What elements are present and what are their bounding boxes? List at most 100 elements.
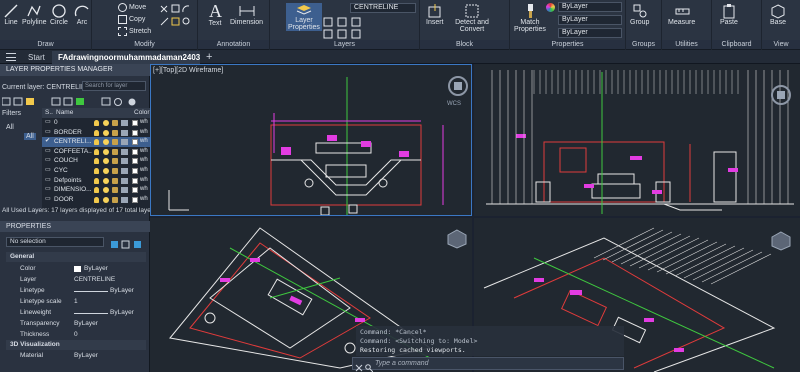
- lightbulb-icon[interactable]: [94, 167, 99, 174]
- property-row[interactable]: Transparency ByLayer: [8, 319, 146, 329]
- color-swatch[interactable]: [132, 148, 138, 155]
- col-color[interactable]: Color: [134, 108, 150, 118]
- layer-search-input[interactable]: Search for layer: [82, 81, 146, 91]
- color-wheel-icon[interactable]: [546, 3, 555, 12]
- linetype-dropdown[interactable]: ByLayer: [558, 28, 622, 38]
- arc-tool[interactable]: Arc: [74, 3, 90, 26]
- layer-row[interactable]: ▭ CYC wh: [42, 166, 150, 176]
- selection-dropdown[interactable]: No selection: [6, 237, 104, 247]
- printer-icon[interactable]: [121, 177, 128, 184]
- freeze-sun-icon[interactable]: [103, 196, 109, 203]
- freeze-sun-icon[interactable]: [103, 187, 109, 194]
- layer-row[interactable]: ▭ COUCH wh: [42, 156, 150, 166]
- color-swatch[interactable]: [132, 167, 138, 174]
- printer-icon[interactable]: [121, 196, 128, 203]
- dimension-tool[interactable]: Dimension: [230, 3, 263, 26]
- printer-icon[interactable]: [121, 139, 128, 146]
- lightbulb-icon[interactable]: [94, 187, 99, 194]
- property-row[interactable]: Layer CENTRELINE: [8, 275, 146, 285]
- lock-icon[interactable]: [112, 120, 118, 126]
- printer-icon[interactable]: [121, 129, 128, 136]
- lock-icon[interactable]: [112, 158, 118, 165]
- lock-icon[interactable]: [112, 129, 118, 136]
- property-row[interactable]: Linetype ByLayer: [8, 286, 146, 296]
- detect-convert-tool[interactable]: Detect and Convert: [452, 3, 492, 33]
- group-tool[interactable]: Group: [630, 3, 649, 26]
- paste-tool[interactable]: Paste: [720, 3, 738, 26]
- layer-row[interactable]: ▭ BORDER wh: [42, 128, 150, 138]
- copy-tool[interactable]: Copy: [118, 15, 145, 24]
- draw-panel-title[interactable]: Draw: [0, 40, 91, 49]
- stretch-tool[interactable]: Stretch: [118, 27, 151, 36]
- measure-tool[interactable]: Measure: [668, 3, 695, 26]
- freeze-sun-icon[interactable]: [103, 139, 109, 146]
- properties-panel-title[interactable]: Properties: [510, 40, 625, 49]
- lightbulb-icon[interactable]: [94, 196, 99, 203]
- close-command-icon[interactable]: [355, 359, 363, 372]
- viewport-top-2d[interactable]: [+][Top][2D Wireframe] WCS: [150, 64, 472, 216]
- property-row-material[interactable]: Material ByLayer: [8, 351, 146, 361]
- lineweight-dropdown[interactable]: ByLayer: [558, 15, 622, 25]
- lightbulb-icon[interactable]: [94, 148, 99, 155]
- navigation-cube-2[interactable]: [770, 84, 792, 106]
- printer-icon[interactable]: [121, 120, 128, 126]
- color-swatch[interactable]: [132, 139, 138, 146]
- 3d-visualization-section[interactable]: 3D Visualization: [6, 340, 146, 350]
- property-row[interactable]: Color ByLayer: [8, 264, 146, 274]
- view-panel-title[interactable]: View: [762, 40, 800, 49]
- tree-item-used[interactable]: All: [24, 133, 36, 140]
- lock-icon[interactable]: [112, 148, 118, 155]
- freeze-sun-icon[interactable]: [103, 177, 109, 184]
- freeze-sun-icon[interactable]: [103, 129, 109, 136]
- layer-row[interactable]: ▭ DOOR wh: [42, 195, 150, 205]
- polyline-tool[interactable]: Polyline: [22, 3, 47, 26]
- printer-icon[interactable]: [121, 158, 128, 165]
- new-tab-button[interactable]: +: [200, 51, 218, 64]
- col-name[interactable]: Name: [56, 108, 73, 118]
- lightbulb-icon[interactable]: [94, 158, 99, 165]
- freeze-sun-icon[interactable]: [103, 167, 109, 174]
- layers-panel-title[interactable]: Layers: [270, 40, 419, 49]
- tab-start[interactable]: Start: [22, 51, 51, 64]
- annotation-panel-title[interactable]: Annotation: [198, 40, 269, 49]
- lock-icon[interactable]: [112, 187, 118, 194]
- navigation-cube-4[interactable]: [770, 230, 792, 252]
- lightbulb-icon[interactable]: [94, 177, 99, 184]
- property-row[interactable]: Thickness 0: [8, 330, 146, 340]
- color-swatch[interactable]: [132, 158, 138, 165]
- printer-icon[interactable]: [121, 148, 128, 155]
- lock-icon[interactable]: [112, 177, 118, 184]
- match-properties-tool[interactable]: Match Properties: [514, 3, 546, 33]
- lightbulb-icon[interactable]: [94, 139, 99, 146]
- current-layer-dropdown[interactable]: CENTRELINE: [350, 3, 416, 13]
- freeze-sun-icon[interactable]: [103, 120, 109, 126]
- color-dropdown[interactable]: ByLayer: [558, 2, 622, 12]
- layer-row[interactable]: ▭ Defpoints wh: [42, 176, 150, 186]
- modify-panel-title[interactable]: Modify: [92, 40, 197, 49]
- lightbulb-icon[interactable]: [94, 120, 99, 126]
- command-search-icon[interactable]: [365, 359, 374, 372]
- insert-tool[interactable]: Insert: [426, 3, 444, 26]
- printer-icon[interactable]: [121, 187, 128, 194]
- color-swatch[interactable]: [132, 187, 138, 194]
- menu-icon[interactable]: [6, 53, 16, 61]
- move-tool[interactable]: Move: [118, 3, 146, 12]
- text-tool[interactable]: A Text: [206, 0, 224, 27]
- utilities-panel-title[interactable]: Utilities: [662, 40, 711, 49]
- base-tool[interactable]: Base: [770, 3, 786, 26]
- lightbulb-icon[interactable]: [94, 129, 99, 136]
- color-swatch[interactable]: [132, 177, 138, 184]
- color-swatch[interactable]: [132, 196, 138, 203]
- col-status[interactable]: S..: [45, 108, 53, 118]
- general-section[interactable]: General: [6, 252, 146, 262]
- block-panel-title[interactable]: Block: [420, 40, 509, 49]
- layer-row[interactable]: ▭ COFFEETA... wh: [42, 147, 150, 157]
- property-row[interactable]: Linetype scale 1: [8, 297, 146, 307]
- printer-icon[interactable]: [121, 167, 128, 174]
- lock-icon[interactable]: [112, 139, 118, 146]
- property-row[interactable]: Lineweight ByLayer: [8, 308, 146, 318]
- layer-row[interactable]: ✔ CENTRELI... wh: [42, 137, 150, 147]
- color-swatch[interactable]: [132, 120, 138, 126]
- navigation-cube-3[interactable]: [446, 228, 468, 250]
- circle-tool[interactable]: Circle: [50, 3, 68, 26]
